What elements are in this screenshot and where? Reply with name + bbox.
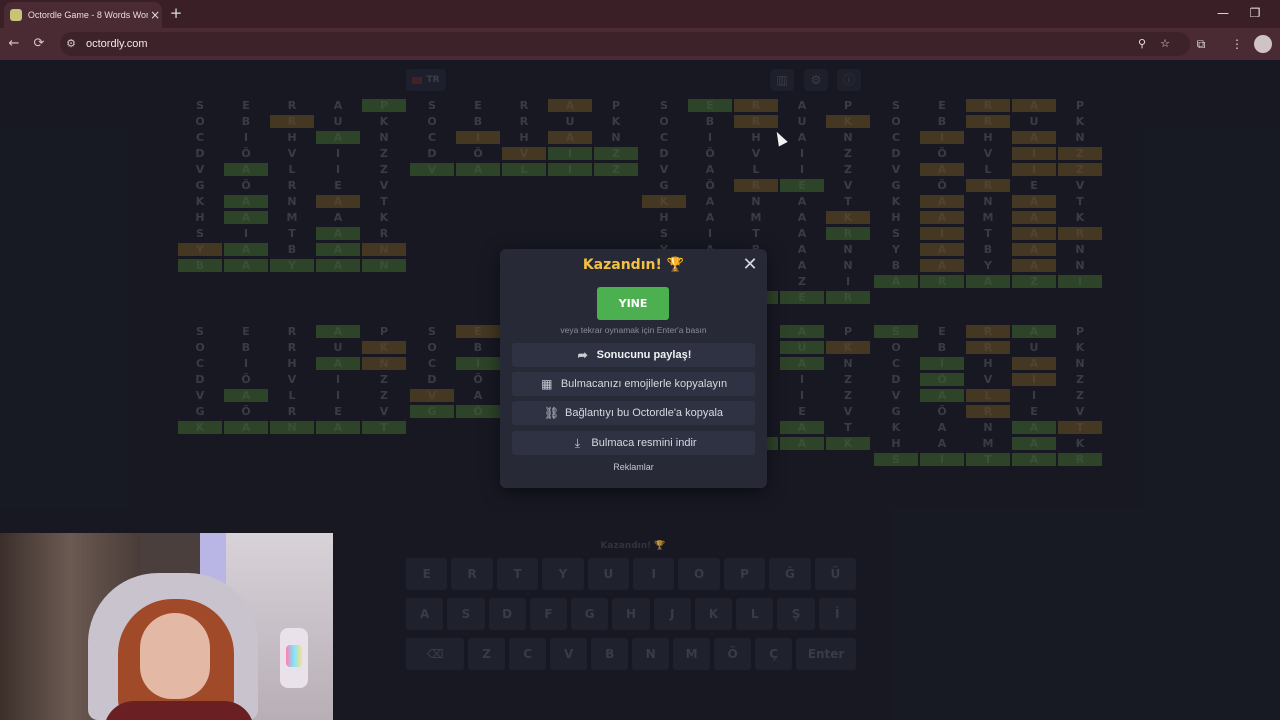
browser-tab[interactable]: Octordle Game - 8 Words Wordle × (4, 2, 162, 28)
zoom-icon[interactable]: ⚲ (1134, 36, 1150, 52)
menu-icon[interactable]: ⋮ (1228, 35, 1246, 53)
download-icon: ⤓ (574, 436, 581, 450)
back-icon[interactable]: ← (5, 35, 23, 53)
reload-icon[interactable]: ⟳ (30, 35, 48, 53)
share-result-button[interactable]: ➦ Sonucunu paylaş! (512, 343, 755, 367)
person-face (140, 613, 210, 699)
url-field[interactable]: ⚙ octordly.com ⚲ ☆ (60, 32, 1190, 56)
person-shirt (104, 701, 254, 720)
copy-emoji-button[interactable]: ▦ Bulmacanızı emojilerle kopyalayın (512, 372, 755, 396)
download-image-label: Bulmaca resmini indir (591, 437, 697, 449)
play-again-hint: veya tekrar oynamak için Enter'a basın (560, 325, 707, 335)
share-result-label: Sonucunu paylaş! (596, 349, 692, 361)
new-tab-icon[interactable]: + (168, 4, 184, 22)
url-text: octordly.com (86, 38, 148, 50)
play-again-button[interactable]: YINE (597, 287, 669, 320)
win-title: Kazandın! 🏆 (582, 257, 685, 273)
ads-label[interactable]: Reklamlar (500, 462, 767, 472)
profile-avatar[interactable] (1254, 35, 1272, 53)
restore-icon[interactable]: ❐ (1240, 3, 1270, 23)
bookmark-star-icon[interactable]: ☆ (1157, 36, 1173, 52)
link-icon: ⛓ (543, 406, 560, 420)
grid-icon: ▦ (541, 377, 553, 391)
extensions-icon[interactable]: ⧉ (1192, 35, 1210, 53)
copy-emoji-label: Bulmacanızı emojilerle kopyalayın (560, 378, 728, 390)
download-image-button[interactable]: ⤓ Bulmaca resmini indir (512, 431, 755, 455)
site-info-icon[interactable]: ⚙ (64, 37, 78, 51)
close-tab-icon[interactable]: × (148, 8, 162, 22)
copy-link-button[interactable]: ⛓ Bağlantıyı bu Octordle'a kopyala (512, 401, 755, 425)
win-dialog: Kazandın! 🏆 ✕ YINE veya tekrar oynamak i… (500, 249, 767, 488)
close-icon[interactable]: ✕ (740, 255, 760, 275)
minimize-icon[interactable]: — (1208, 3, 1238, 23)
address-bar: ← ⟳ ⚙ octordly.com ⚲ ☆ ⧉ ⋮ (0, 28, 1280, 60)
site-favicon-icon (10, 9, 22, 21)
rgb-lamp (286, 645, 302, 667)
share-icon: ➦ (577, 348, 588, 362)
tab-title: Octordle Game - 8 Words Wordle (27, 10, 149, 20)
copy-link-label: Bağlantıyı bu Octordle'a kopyala (564, 407, 724, 419)
webcam-overlay (0, 533, 333, 720)
browser-tabbar: Octordle Game - 8 Words Wordle × + — ❐ (0, 0, 1280, 28)
